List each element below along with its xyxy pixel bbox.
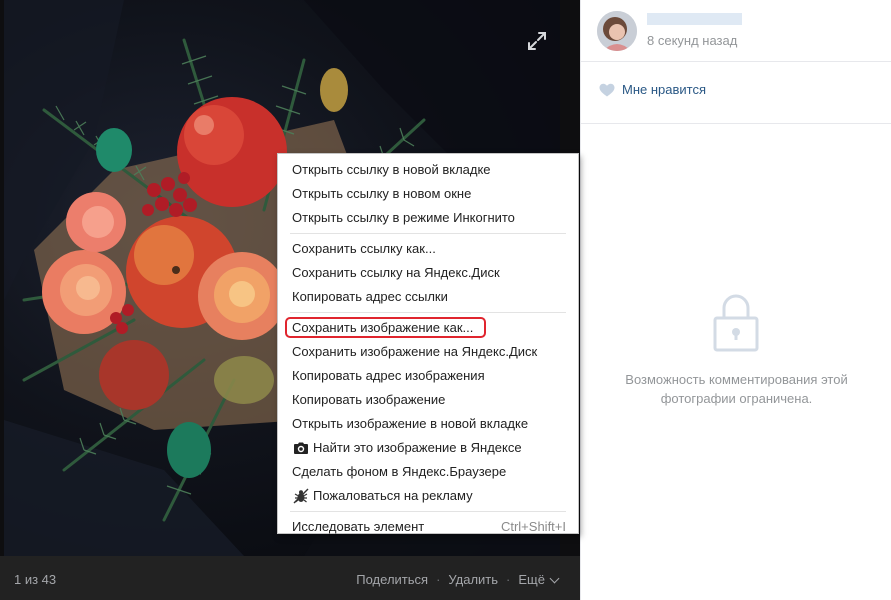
menu-item-label: Копировать изображение [292, 392, 446, 407]
post-time: 8 секунд назад [647, 33, 738, 48]
menu-separator [290, 233, 566, 234]
menu-item-label: Исследовать элемент [292, 519, 425, 534]
footer-actions: Поделиться · Удалить · Ещё [356, 572, 560, 587]
menu-item-save-link-yandex-disk[interactable]: Сохранить ссылку на Яндекс.Диск [278, 261, 578, 285]
menu-item-label: Копировать адрес изображения [292, 368, 485, 383]
menu-item-save-image-yandex-disk[interactable]: Сохранить изображение на Яндекс.Диск [278, 340, 578, 364]
menu-separator [290, 312, 566, 313]
menu-item-set-as-background[interactable]: Сделать фоном в Яндекс.Браузере [278, 460, 578, 484]
more-label: Ещё [518, 572, 545, 587]
avatar[interactable] [597, 11, 637, 51]
menu-item-copy-image-address[interactable]: Копировать адрес изображения [278, 364, 578, 388]
camera-icon [292, 440, 310, 456]
bug-icon [292, 488, 310, 504]
menu-item-label: Открыть изображение в новой вкладке [292, 416, 529, 431]
expand-icon[interactable] [526, 30, 548, 52]
menu-item-shortcut: Ctrl+Shift+I [500, 519, 566, 534]
context-menu: Открыть ссылку в новой вкладке Открыть с… [277, 153, 579, 534]
menu-item-report-ad[interactable]: Пожаловаться на рекламу [278, 484, 578, 508]
more-button[interactable]: Ещё [518, 572, 560, 587]
lock-icon [713, 294, 759, 352]
menu-item-open-link-new-tab[interactable]: Открыть ссылку в новой вкладке [278, 158, 578, 182]
menu-item-label: Копировать адрес ссылки [292, 289, 448, 304]
menu-item-open-link-incognito[interactable]: Открыть ссылку в режиме Инкогнито [278, 206, 578, 230]
separator-dot: · [506, 572, 511, 587]
menu-separator [290, 511, 566, 512]
author-block: 8 секунд назад [581, 0, 891, 62]
comments-closed: Возможность комментирования этой фотогра… [581, 124, 891, 600]
menu-item-open-link-new-window[interactable]: Открыть ссылку в новом окне [278, 182, 578, 206]
viewer-footer: 1 из 43 Поделиться · Удалить · Ещё [0, 556, 580, 600]
photo-counter: 1 из 43 [14, 572, 57, 587]
side-panel: 8 секунд назад Мне нравится Возможность … [580, 0, 891, 600]
menu-item-label: Сохранить ссылку на Яндекс.Диск [292, 265, 500, 280]
comments-closed-text: Возможность комментирования этой фотогра… [625, 372, 848, 406]
menu-item-inspect-element[interactable]: Исследовать элемент Ctrl+Shift+I [278, 515, 578, 539]
menu-item-search-image-yandex[interactable]: Найти это изображение в Яндексе [278, 436, 578, 460]
menu-item-save-link-as[interactable]: Сохранить ссылку как... [278, 237, 578, 261]
menu-item-save-image-as[interactable]: Сохранить изображение как... [278, 316, 578, 340]
likes-block: Мне нравится [581, 62, 891, 124]
heart-icon [599, 83, 615, 96]
like-button[interactable]: Мне нравится [599, 82, 706, 97]
menu-item-copy-image[interactable]: Копировать изображение [278, 388, 578, 412]
separator-dot: · [436, 572, 441, 587]
menu-item-label: Найти это изображение в Яндексе [313, 440, 522, 455]
menu-item-label: Сохранить изображение как... [292, 320, 474, 335]
like-label: Мне нравится [622, 82, 707, 97]
author-name-redacted [647, 13, 742, 25]
delete-button[interactable]: Удалить [448, 572, 498, 587]
menu-item-label: Сделать фоном в Яндекс.Браузере [292, 464, 507, 479]
share-button[interactable]: Поделиться [356, 572, 428, 587]
menu-item-copy-link-address[interactable]: Копировать адрес ссылки [278, 285, 578, 309]
menu-item-open-image-new-tab[interactable]: Открыть изображение в новой вкладке [278, 412, 578, 436]
menu-item-label: Открыть ссылку в режиме Инкогнито [292, 210, 515, 225]
chevron-down-icon [549, 573, 560, 584]
menu-item-label: Открыть ссылку в новом окне [292, 186, 472, 201]
menu-item-label: Сохранить ссылку как... [292, 241, 436, 256]
menu-item-label: Пожаловаться на рекламу [313, 488, 473, 503]
menu-item-label: Сохранить изображение на Яндекс.Диск [292, 344, 538, 359]
menu-item-label: Открыть ссылку в новой вкладке [292, 162, 491, 177]
